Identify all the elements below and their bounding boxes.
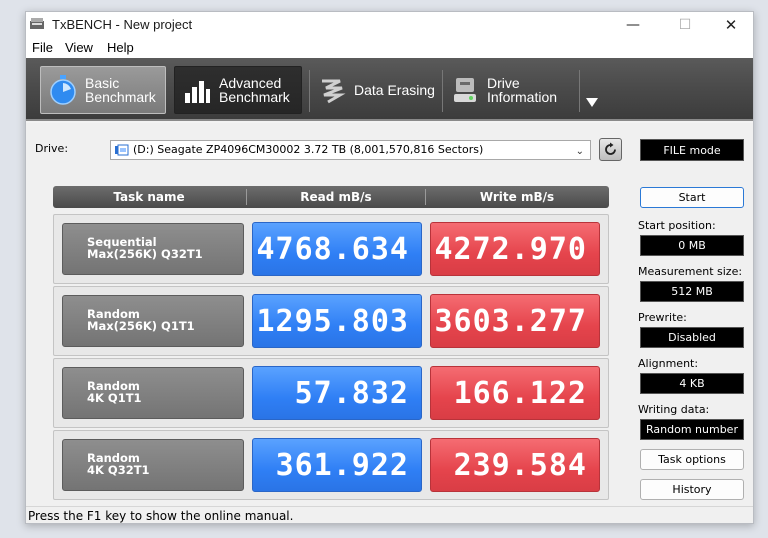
write-result: 3603.277 <box>430 294 600 348</box>
title-bar: TxBENCH - New project — ☐ ✕ <box>26 12 753 38</box>
measurement-size-value[interactable]: 512 MB <box>640 281 744 302</box>
data-erasing-button[interactable]: Data Erasing <box>310 66 435 114</box>
read-result: 1295.803 <box>252 294 422 348</box>
alignment-label: Alignment: <box>638 357 699 370</box>
task-options-button[interactable]: Task options <box>640 449 744 470</box>
result-row-rnd-max-q1t1: Random Max(256K) Q1T1 1295.803 3603.277 <box>53 286 609 356</box>
app-window: TxBENCH - New project — ☐ ✕ File View He… <box>25 11 754 524</box>
write-result: 239.584 <box>430 438 600 492</box>
results-header: Task name Read mB/s Write mB/s <box>53 186 609 208</box>
start-position-value[interactable]: 0 MB <box>640 235 744 256</box>
content-area: Drive: (D:) Seagate ZP4096CM30002 3.72 T… <box>26 123 753 506</box>
start-button[interactable]: Start <box>640 187 744 208</box>
stopwatch-icon <box>50 75 76 105</box>
task-name-line2: 4K Q32T1 <box>87 463 150 477</box>
writing-data-value[interactable]: Random number <box>640 419 744 440</box>
bar-chart-icon <box>185 81 210 103</box>
minimize-button[interactable]: — <box>610 12 656 38</box>
task-button-rnd-max-q1t1[interactable]: Random Max(256K) Q1T1 <box>62 295 244 347</box>
task-button-rnd-4k-q1t1[interactable]: Random 4K Q1T1 <box>62 367 244 419</box>
result-row-rnd-4k-q32t1: Random 4K Q32T1 361.922 239.584 <box>53 430 609 500</box>
toolbar-more-arrow-icon[interactable] <box>586 98 598 107</box>
drive-information-label: Drive Information <box>487 75 558 105</box>
drive-label: Drive: <box>35 142 69 155</box>
txbench-app-icon <box>30 18 44 29</box>
maximize-button[interactable]: ☐ <box>662 12 708 38</box>
basic-benchmark-label: Basic Benchmark <box>85 75 156 105</box>
read-result: 4768.634 <box>252 222 422 276</box>
toolbar-divider <box>579 70 580 112</box>
advanced-benchmark-button[interactable]: Advanced Benchmark <box>174 66 302 114</box>
menu-help[interactable]: Help <box>107 40 134 55</box>
window-title: TxBENCH - New project <box>52 17 193 32</box>
task-button-seq-q32t1[interactable]: Sequential Max(256K) Q32T1 <box>62 223 244 275</box>
header-write: Write mB/s <box>479 190 555 204</box>
prewrite-label: Prewrite: <box>638 311 687 324</box>
history-button[interactable]: History <box>640 479 744 500</box>
header-task-name: Task name <box>113 190 185 204</box>
result-row-seq-q32t1: Sequential Max(256K) Q32T1 4768.634 4272… <box>53 214 609 284</box>
menu-bar: File View Help <box>26 38 753 58</box>
prewrite-value[interactable]: Disabled <box>640 327 744 348</box>
writing-data-label: Writing data: <box>638 403 710 416</box>
refresh-icon <box>605 142 616 155</box>
eraser-icon <box>322 79 346 104</box>
read-result: 361.922 <box>252 438 422 492</box>
write-result: 4272.970 <box>430 222 600 276</box>
read-result: 57.832 <box>252 366 422 420</box>
task-name-line2: Max(256K) Q32T1 <box>87 247 203 261</box>
task-name-line2: Max(256K) Q1T1 <box>87 319 195 333</box>
drive-information-button[interactable]: Drive Information <box>443 66 579 114</box>
status-bar: Press the F1 key to show the online manu… <box>26 506 753 523</box>
start-position-label: Start position: <box>638 219 716 232</box>
write-result: 166.122 <box>430 366 600 420</box>
data-erasing-label: Data Erasing <box>354 82 435 98</box>
drive-info-icon <box>454 78 476 102</box>
basic-benchmark-button[interactable]: Basic Benchmark <box>40 66 166 114</box>
result-row-rnd-4k-q1t1: Random 4K Q1T1 57.832 166.122 <box>53 358 609 428</box>
task-button-rnd-4k-q32t1[interactable]: Random 4K Q32T1 <box>62 439 244 491</box>
measurement-size-label: Measurement size: <box>638 265 743 278</box>
advanced-benchmark-label: Advanced Benchmark <box>219 75 290 105</box>
drive-selected-value: (D:) Seagate ZP4096CM30002 3.72 TB (8,00… <box>133 143 484 156</box>
chevron-down-icon: ⌄ <box>575 146 584 157</box>
menu-view[interactable]: View <box>65 40 93 55</box>
close-button[interactable]: ✕ <box>708 12 753 38</box>
task-name-line2: 4K Q1T1 <box>87 391 142 405</box>
drive-dropdown[interactable]: (D:) Seagate ZP4096CM30002 3.72 TB (8,00… <box>110 140 591 160</box>
file-mode-indicator: FILE mode <box>640 139 744 161</box>
menu-file[interactable]: File <box>32 40 53 55</box>
alignment-value[interactable]: 4 KB <box>640 373 744 394</box>
main-toolbar: Basic Benchmark Advanced Benchmark Data … <box>26 58 753 121</box>
refresh-drives-button[interactable] <box>599 138 622 161</box>
drive-icon <box>115 144 129 156</box>
header-read: Read mB/s <box>300 190 372 204</box>
